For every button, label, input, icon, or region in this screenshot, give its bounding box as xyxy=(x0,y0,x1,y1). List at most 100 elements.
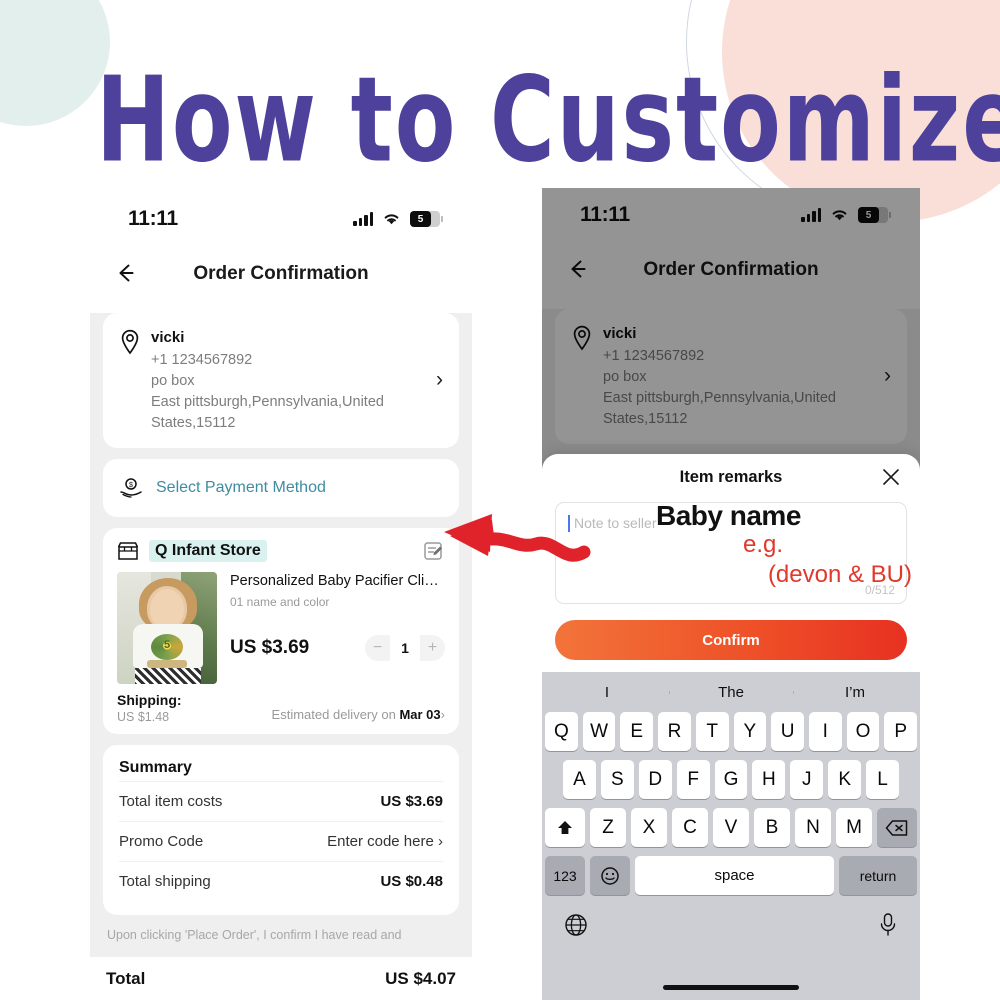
delivery-estimate-date: Mar 03 xyxy=(399,706,441,722)
key-j[interactable]: J xyxy=(790,760,824,799)
wifi-icon xyxy=(832,210,847,221)
emoji-smiley-icon[interactable] xyxy=(590,856,630,895)
poster-canvas: How to Customize 11:11 5 Order Confirmat… xyxy=(0,0,1000,1000)
suggestion-item[interactable]: I’m xyxy=(793,684,917,701)
item-remarks-modal: Item remarks Note to seller 0/512 Baby n… xyxy=(542,454,920,1000)
battery-icon: 5 xyxy=(410,211,443,227)
microphone-icon[interactable] xyxy=(877,912,899,943)
key-a[interactable]: A xyxy=(563,760,596,799)
status-time: 11:11 xyxy=(580,203,630,226)
character-counter: 0/512 xyxy=(864,583,895,597)
address-city: East pittsburgh,Pennsylvania,United xyxy=(603,389,836,406)
key-g[interactable]: G xyxy=(714,760,748,799)
address-chevron-icon[interactable]: › xyxy=(436,368,443,392)
red-wavy-arrow-pointing-left xyxy=(444,514,591,562)
summary-value: US $0.48 xyxy=(380,872,443,890)
globe-language-icon[interactable] xyxy=(563,912,589,943)
keyboard-row-1: Q W E R T Y U I O P xyxy=(544,712,918,751)
battery-icon: 5 xyxy=(858,207,891,223)
summary-value: US $3.69 xyxy=(380,792,443,810)
key-o[interactable]: O xyxy=(846,712,880,751)
product-title[interactable]: Personalized Baby Pacifier Clip Custo… xyxy=(230,572,445,591)
key-w[interactable]: W xyxy=(582,712,616,751)
delivery-estimate[interactable]: Estimated delivery on Mar 03› xyxy=(272,707,445,724)
quantity-stepper[interactable]: − 1 + xyxy=(365,635,445,662)
address-name: vicki xyxy=(603,325,637,342)
keyboard-suggestion-bar: I The I’m xyxy=(545,672,917,712)
key-e[interactable]: E xyxy=(620,712,654,751)
quantity-decrease-button[interactable]: − xyxy=(365,635,390,661)
wifi-icon xyxy=(384,214,399,225)
product-image[interactable] xyxy=(117,571,217,684)
key-y[interactable]: Y xyxy=(733,712,767,751)
key-p[interactable]: P xyxy=(884,712,918,751)
address-name: vicki xyxy=(151,329,185,346)
page-heading: Order Confirmation xyxy=(193,263,369,284)
right-phone-screen: 11:11 5 Order Confirmation vicki +1 1234… xyxy=(542,188,920,1000)
status-bar: 11:11 5 xyxy=(542,188,920,242)
key-f[interactable]: F xyxy=(676,760,710,799)
key-n[interactable]: N xyxy=(795,808,831,847)
order-disclaimer: Upon clicking 'Place Order', I confirm I… xyxy=(107,927,402,942)
page-title: How to Customize xyxy=(96,51,1000,189)
left-phone-screen: 11:11 5 Order Confirmation vicki +1 1234… xyxy=(90,192,472,992)
key-v[interactable]: V xyxy=(713,808,749,847)
return-key[interactable]: return xyxy=(839,856,917,895)
suggestion-item[interactable]: The xyxy=(669,684,793,701)
shift-up-arrow-icon[interactable] xyxy=(545,808,585,847)
svg-text:$: $ xyxy=(129,482,133,489)
address-chevron-icon[interactable]: › xyxy=(884,364,891,388)
key-h[interactable]: H xyxy=(752,760,786,799)
delivery-estimate-prefix: Estimated delivery on xyxy=(271,706,400,722)
confirm-button[interactable]: Confirm xyxy=(555,620,907,660)
key-k[interactable]: K xyxy=(828,760,862,799)
battery-level: 5 xyxy=(410,211,431,227)
store-name[interactable]: Q Infant Store xyxy=(149,539,267,562)
status-icons: 5 xyxy=(353,211,443,227)
note-to-seller-input[interactable]: Note to seller 0/512 Baby name e.g. (dev… xyxy=(555,501,912,604)
key-z[interactable]: Z xyxy=(590,808,626,847)
overlay-baby-name: Baby name xyxy=(656,500,801,531)
store-front-icon xyxy=(117,541,139,560)
address-card[interactable]: vicki +1 1234567892 po box East pittsbur… xyxy=(555,309,907,444)
back-arrow-icon[interactable] xyxy=(564,255,594,285)
onscreen-keyboard: I The I’m Q W E R T Y U I O P A S D F G … xyxy=(542,672,920,1000)
signal-bars-icon xyxy=(353,212,373,226)
summary-row-item-costs: Total item costs US $3.69 xyxy=(119,780,443,821)
key-m[interactable]: M xyxy=(836,808,872,847)
key-c[interactable]: C xyxy=(672,808,708,847)
key-i[interactable]: I xyxy=(808,712,842,751)
summary-row-promo-code[interactable]: Promo Code Enter code here › xyxy=(119,820,443,861)
key-x[interactable]: X xyxy=(631,808,667,847)
confirm-button-wrap: Confirm xyxy=(542,604,920,672)
status-icons: 5 xyxy=(801,207,891,223)
back-arrow-icon[interactable] xyxy=(112,259,142,289)
address-phone: +1 1234567892 xyxy=(151,351,253,368)
key-q[interactable]: Q xyxy=(544,712,578,751)
page-heading: Order Confirmation xyxy=(643,259,819,280)
location-pin-icon xyxy=(121,329,139,355)
key-s[interactable]: S xyxy=(600,760,634,799)
address-card[interactable]: vicki +1 1234567892 po box East pittsbur… xyxy=(103,313,459,448)
numbers-key[interactable]: 123 xyxy=(545,856,585,895)
status-time: 11:11 xyxy=(128,207,178,230)
key-b[interactable]: B xyxy=(754,808,790,847)
key-t[interactable]: T xyxy=(695,712,729,751)
quantity-increase-button[interactable]: + xyxy=(420,635,445,661)
promo-code-link[interactable]: Enter code here › xyxy=(327,833,443,850)
product-price: US $3.69 xyxy=(230,637,310,659)
space-key[interactable]: space xyxy=(635,856,834,895)
key-r[interactable]: R xyxy=(658,712,691,751)
suggestion-item[interactable]: I xyxy=(545,684,669,701)
payment-card[interactable]: $ Select Payment Method xyxy=(103,458,459,517)
key-u[interactable]: U xyxy=(771,712,804,751)
backspace-delete-icon[interactable] xyxy=(877,808,917,847)
close-x-icon[interactable] xyxy=(880,466,902,488)
status-bar: 11:11 5 xyxy=(90,192,472,246)
key-d[interactable]: D xyxy=(638,760,672,799)
summary-key: Total item costs xyxy=(119,792,223,810)
checkout-bottom-bar: Total US $4.07 Place order xyxy=(90,957,472,992)
key-l[interactable]: L xyxy=(866,760,900,799)
decorative-circle-top-left xyxy=(0,0,110,126)
address-street: po box xyxy=(151,372,195,389)
